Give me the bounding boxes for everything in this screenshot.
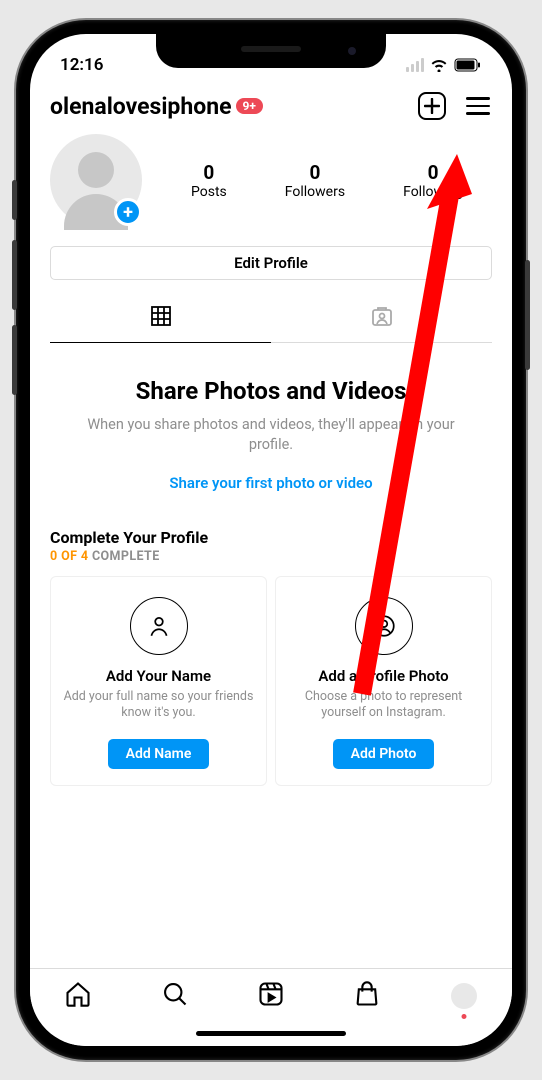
reels-icon (257, 980, 285, 1012)
notification-dot-icon (461, 1014, 466, 1019)
status-time: 12:16 (60, 55, 103, 75)
wifi-icon (430, 58, 448, 72)
tab-tagged[interactable] (271, 294, 492, 343)
volume-down-button (12, 325, 17, 395)
hamburger-icon (466, 97, 490, 115)
phone-frame: 12:16 olenalovesiphone 9+ (16, 20, 526, 1060)
edit-profile-button[interactable]: Edit Profile (50, 246, 492, 280)
share-first-link[interactable]: Share your first photo or video (70, 474, 472, 492)
power-button (525, 260, 530, 370)
nav-home[interactable] (63, 981, 93, 1011)
empty-title: Share Photos and Videos (70, 377, 472, 405)
stat-posts[interactable]: 0 Posts (191, 161, 227, 200)
stat-followers[interactable]: 0 Followers (285, 161, 345, 200)
username[interactable]: olenalovesiphone (50, 93, 232, 120)
complete-profile-title: Complete Your Profile (50, 528, 492, 547)
card-title: Add Your Name (106, 667, 211, 685)
card-add-name: Add Your Name Add your full name so your… (50, 576, 267, 786)
create-post-button[interactable] (418, 92, 446, 120)
battery-icon (454, 58, 482, 72)
cellular-signal-icon (406, 58, 424, 72)
notification-badge: 9+ (236, 98, 263, 114)
avatar[interactable]: + (50, 134, 142, 226)
home-icon (64, 980, 92, 1012)
screen: 12:16 olenalovesiphone 9+ (30, 34, 512, 1046)
mute-switch (12, 180, 17, 220)
home-indicator[interactable] (196, 1031, 346, 1036)
add-story-plus-icon[interactable]: + (114, 198, 142, 226)
menu-button[interactable] (464, 92, 492, 120)
card-subtitle: Choose a photo to represent yourself on … (288, 689, 479, 723)
search-icon (161, 980, 189, 1012)
profile-avatar-icon (451, 983, 477, 1009)
stat-following[interactable]: 0 Following (403, 161, 463, 200)
nav-search[interactable] (160, 981, 190, 1011)
nav-reels[interactable] (256, 981, 286, 1011)
notch (156, 34, 386, 68)
profile-header: olenalovesiphone 9+ (50, 82, 492, 126)
tab-grid[interactable] (50, 294, 271, 343)
card-add-photo: Add a Profile Photo Choose a photo to re… (275, 576, 492, 786)
add-photo-button[interactable]: Add Photo (333, 739, 435, 769)
card-title: Add a Profile Photo (318, 667, 448, 685)
profile-photo-icon (355, 597, 413, 655)
card-subtitle: Add your full name so your friends know … (63, 689, 254, 723)
volume-up-button (12, 240, 17, 310)
complete-profile-progress: 0 OF 4 COMPLETE (50, 549, 492, 564)
shop-icon (353, 980, 381, 1012)
person-icon (130, 597, 188, 655)
empty-state: Share Photos and Videos When you share p… (50, 343, 492, 522)
grid-icon (149, 304, 173, 332)
empty-subtitle: When you share photos and videos, they'l… (70, 415, 472, 456)
nav-profile[interactable] (449, 981, 479, 1011)
nav-shop[interactable] (352, 981, 382, 1011)
add-name-button[interactable]: Add Name (108, 739, 210, 769)
tagged-icon (370, 304, 394, 332)
